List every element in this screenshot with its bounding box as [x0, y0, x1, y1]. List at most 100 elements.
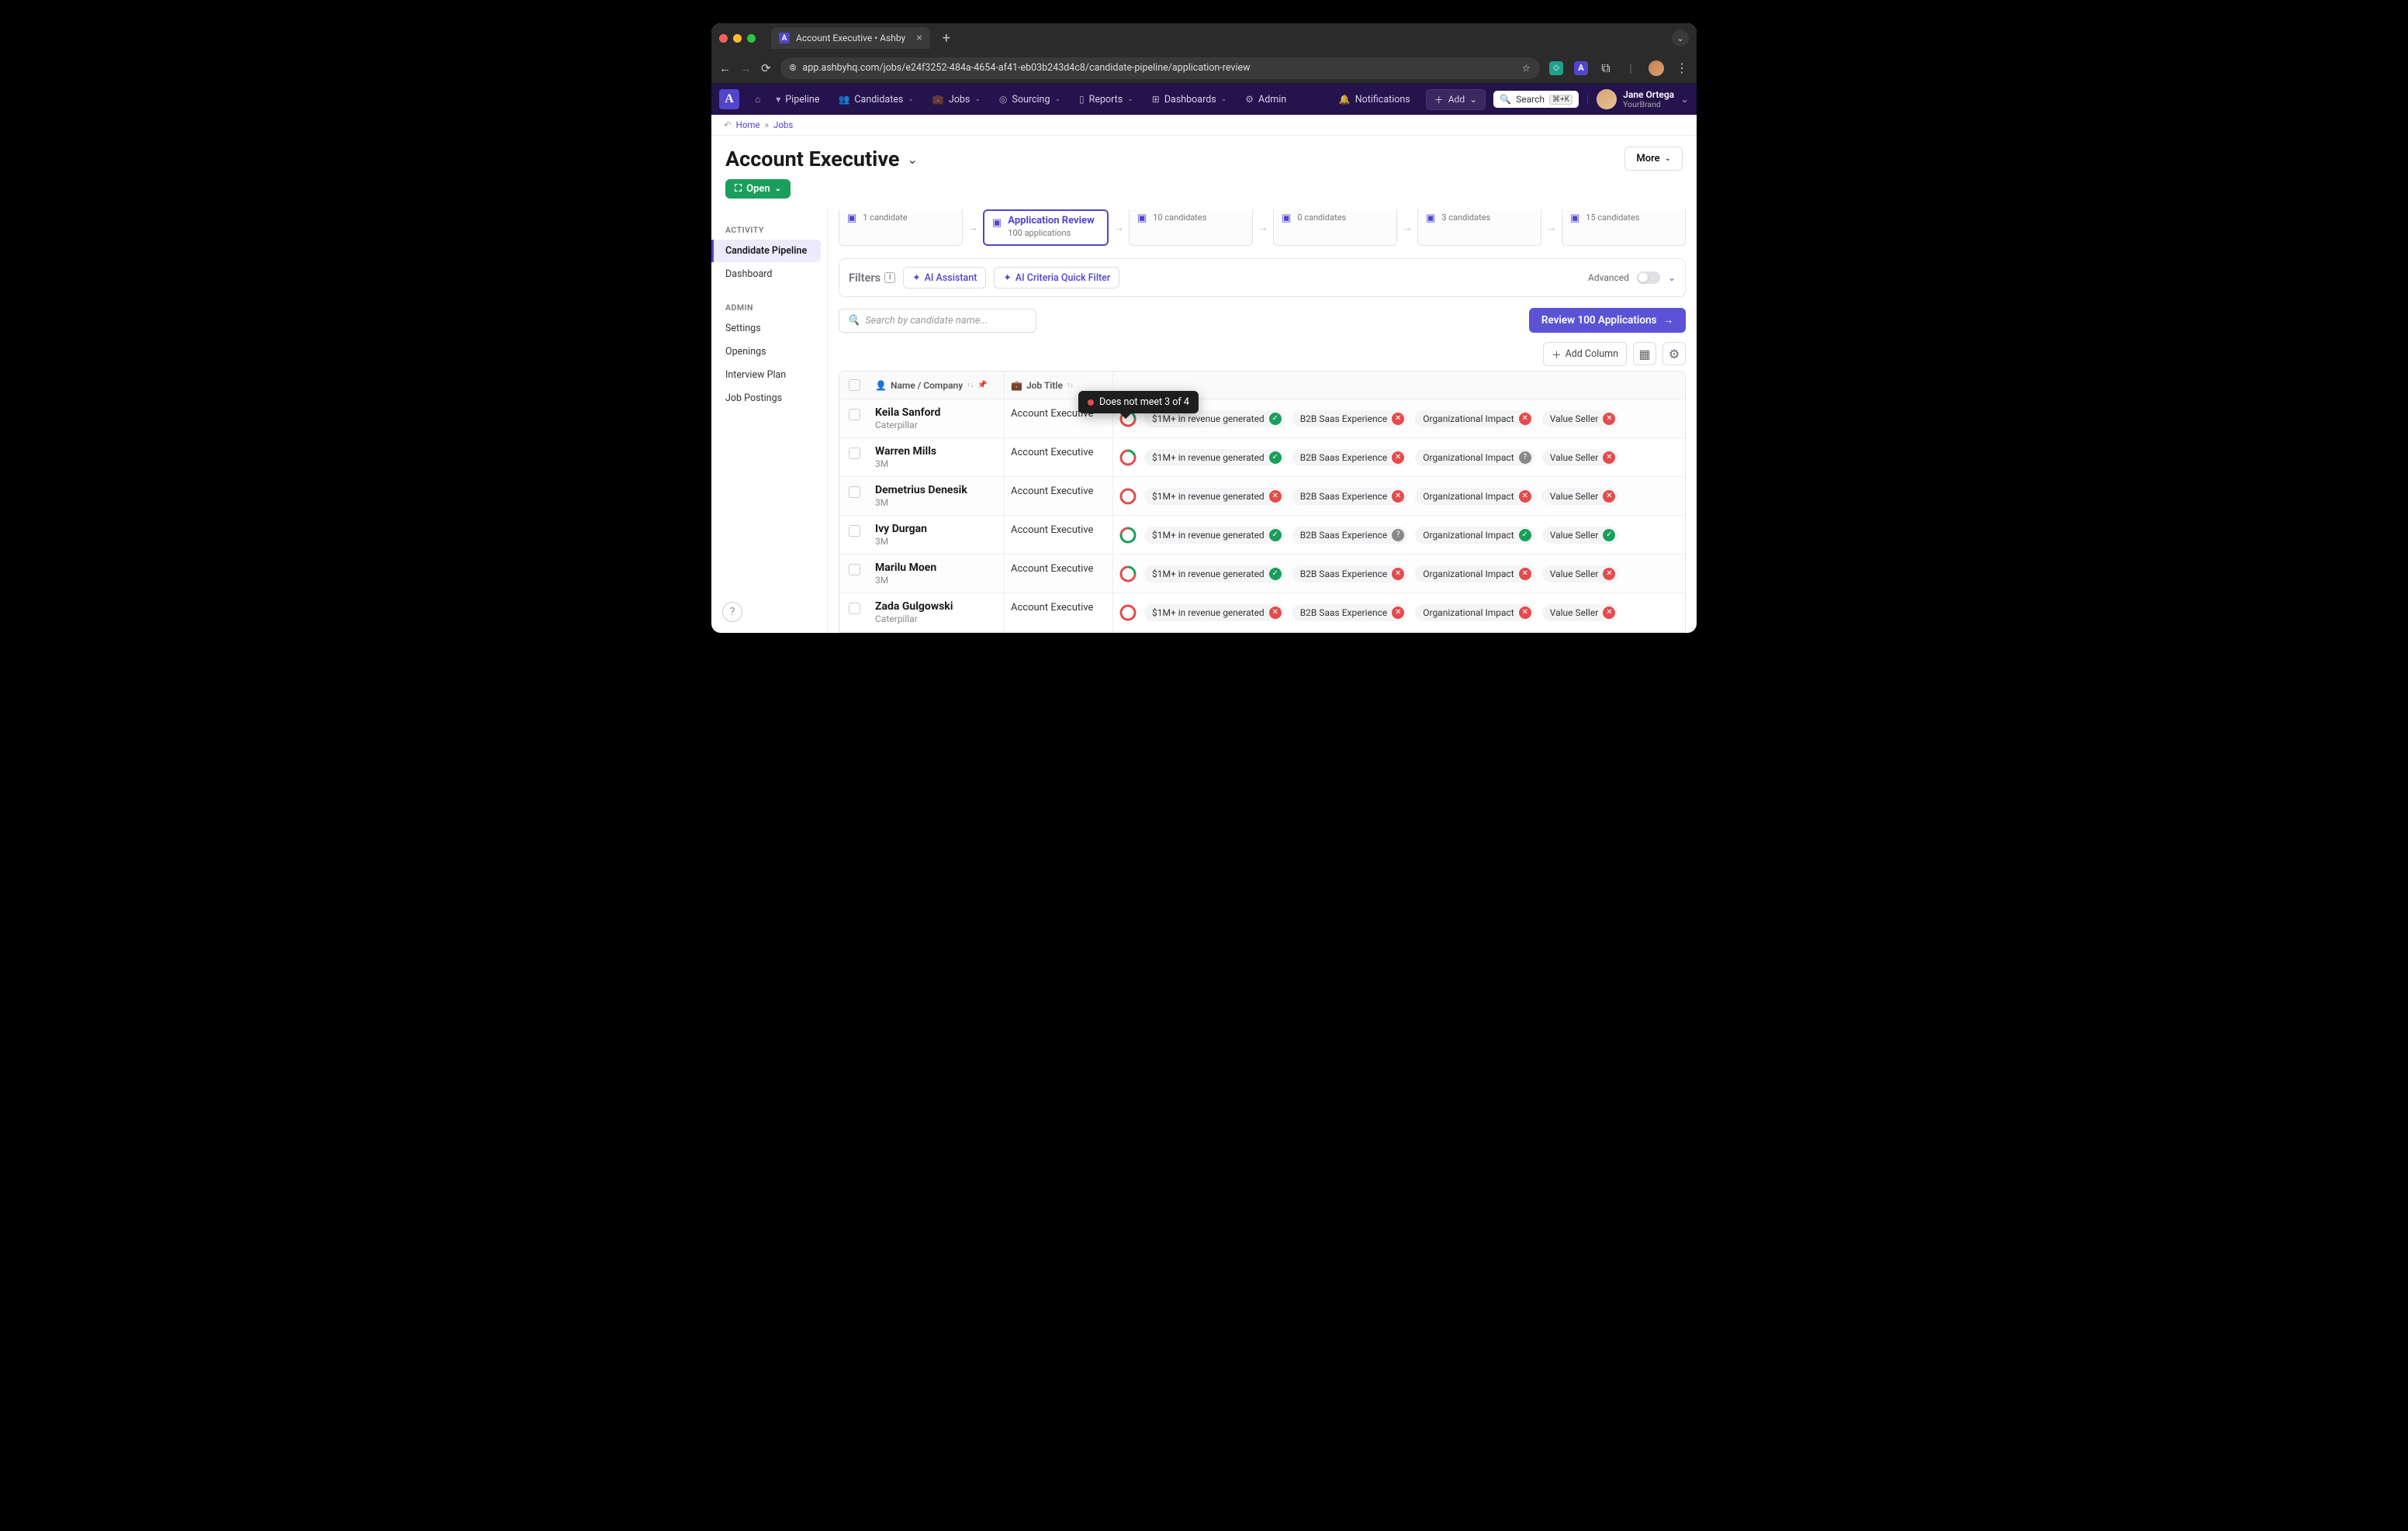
extensions-menu-icon[interactable]: ⧉	[1599, 61, 1613, 75]
nav-reports[interactable]: ▯Reports⌄	[1071, 90, 1141, 109]
app-logo[interactable]: A	[719, 89, 739, 109]
pin-icon[interactable]: 📌	[977, 381, 987, 389]
table-header: 👤 Name / Company ↑↓ 📌 💼 Job Title ↑↓	[839, 372, 1685, 399]
browser-tab[interactable]: A Account Executive • Ashby ×	[771, 27, 930, 49]
nav-sourcing[interactable]: ◎Sourcing⌄	[991, 90, 1068, 109]
maximize-window-icon[interactable]	[747, 34, 756, 43]
table-row[interactable]: Ivy Durgan3M Account Executive $1M+ in r…	[839, 516, 1685, 555]
chrome-menu-icon[interactable]: ⋮	[1675, 61, 1689, 75]
sidebar-item-job-postings[interactable]: Job Postings	[718, 387, 821, 410]
job-status-badge[interactable]: ⛶ Open ⌄	[725, 179, 791, 199]
table-row[interactable]: Keila SanfordCaterpillar Account Executi…	[839, 399, 1685, 438]
nav-pipeline[interactable]: ▾Pipeline	[768, 90, 827, 109]
add-button[interactable]: ＋Add⌄	[1426, 89, 1486, 110]
bookmark-icon[interactable]: ☆	[1522, 62, 1531, 74]
stage-card[interactable]: ▣10 candidates	[1129, 209, 1253, 246]
tab-close-icon[interactable]: ×	[916, 32, 922, 44]
filters-label: Filtersi	[849, 271, 895, 285]
more-button[interactable]: More⌄	[1624, 147, 1683, 171]
expand-filters-icon[interactable]: ⌄	[1668, 272, 1676, 283]
criteria-ring-icon	[1119, 565, 1137, 582]
row-checkbox[interactable]	[849, 525, 860, 537]
criteria-ring-icon	[1119, 449, 1137, 466]
sort-icon[interactable]: ↑↓	[1067, 381, 1074, 389]
address-bar[interactable]: ⦾ app.ashbyhq.com/jobs/e24f3252-484a-465…	[780, 57, 1540, 79]
ashby-extension-icon[interactable]: A	[1574, 61, 1588, 75]
table-row[interactable]: Zada GulgowskiCaterpillar Account Execut…	[839, 593, 1685, 632]
sidebar-item-openings[interactable]: Openings	[718, 340, 821, 363]
stage-card[interactable]: ▣0 candidates	[1273, 209, 1397, 246]
chrome-profile-avatar[interactable]	[1649, 60, 1664, 76]
candidate-name[interactable]: Keila Sanford	[875, 406, 998, 419]
layout-icon[interactable]: ▦	[1633, 342, 1656, 365]
candidate-name[interactable]: Ivy Durgan	[875, 523, 998, 535]
window-controls[interactable]	[719, 34, 756, 43]
table-row[interactable]: Warren Mills3M Account Executive $1M+ in…	[839, 438, 1685, 477]
review-applications-button[interactable]: Review 100 Applications→	[1529, 308, 1686, 333]
select-all-checkbox[interactable]	[849, 379, 860, 391]
stage-icon: ▣	[847, 213, 856, 224]
tabs-menu-icon[interactable]: ⌄	[1672, 29, 1689, 47]
stage-arrow-icon: →	[1109, 209, 1129, 246]
nav-admin[interactable]: ⚙Admin	[1237, 90, 1294, 109]
stage-card[interactable]: ▣Application Review100 applications	[983, 209, 1109, 246]
info-icon[interactable]: i	[884, 272, 895, 283]
criteria-pill: B2B Saas Experience ✕	[1292, 410, 1408, 427]
sidebar-item-dashboard[interactable]: Dashboard	[718, 263, 821, 285]
close-window-icon[interactable]	[719, 34, 728, 43]
table-row[interactable]: Marilu Moen3M Account Executive $1M+ in …	[839, 555, 1685, 593]
criteria-pill: Organizational Impact ✕	[1415, 488, 1534, 505]
breadcrumb: ↶ Home » Jobs	[711, 115, 1697, 136]
candidate-search-input[interactable]: 🔍 Search by candidate name...	[839, 309, 1036, 333]
back-icon[interactable]: ←	[719, 61, 731, 75]
criteria-pill: Value Seller ✓	[1542, 527, 1619, 544]
stage-arrow-icon: →	[963, 209, 983, 246]
stage-icon: ▣	[1570, 213, 1579, 224]
notifications-button[interactable]: 🔔Notifications	[1331, 90, 1418, 109]
ai-assistant-button[interactable]: ✦AI Assistant	[903, 267, 986, 289]
global-search-button[interactable]: 🔍Search⌘+K	[1493, 91, 1579, 108]
nav-dashboards[interactable]: ⊞Dashboards⌄	[1144, 90, 1235, 109]
row-checkbox[interactable]	[849, 409, 860, 420]
nav-jobs[interactable]: 💼Jobs⌄	[925, 90, 988, 109]
sidebar-item-settings[interactable]: Settings	[718, 317, 821, 340]
table-row[interactable]: Demetrius Denesik3M Account Executive $1…	[839, 477, 1685, 516]
row-checkbox[interactable]	[849, 603, 860, 614]
breadcrumb-home[interactable]: Home	[736, 119, 760, 130]
sidebar-item-candidate-pipeline[interactable]: Candidate Pipeline	[711, 240, 821, 262]
arrow-right-icon: →	[1663, 314, 1674, 327]
stage-card[interactable]: ▣3 candidates	[1417, 209, 1541, 246]
stage-card[interactable]: ▣15 candidates	[1562, 209, 1686, 246]
candidate-name[interactable]: Marilu Moen	[875, 562, 998, 574]
sidebar-item-interview-plan[interactable]: Interview Plan	[718, 364, 821, 386]
advanced-toggle[interactable]	[1637, 271, 1660, 284]
nav-candidates[interactable]: 👥Candidates⌄	[830, 90, 921, 109]
column-name[interactable]: 👤 Name / Company ↑↓ 📌	[869, 372, 1005, 399]
breadcrumb-jobs[interactable]: Jobs	[773, 119, 793, 130]
reload-icon[interactable]: ⟳	[761, 61, 771, 75]
candidate-name[interactable]: Warren Mills	[875, 445, 998, 458]
sparkle-icon: ✦	[912, 271, 920, 284]
job-title-menu-icon[interactable]: ⌄	[907, 152, 917, 167]
row-checkbox[interactable]	[849, 486, 860, 498]
row-checkbox[interactable]	[849, 564, 860, 575]
criteria-status-icon: ✕	[1603, 490, 1615, 503]
user-menu[interactable]: Jane OrtegaYourBrand ⌄	[1597, 89, 1689, 109]
candidate-name[interactable]: Zada Gulgowski	[875, 600, 998, 613]
breadcrumb-back-icon[interactable]: ↶	[724, 119, 732, 130]
minimize-window-icon[interactable]	[733, 34, 742, 43]
criteria-ring-icon	[1119, 488, 1137, 505]
home-icon[interactable]: ⌂	[747, 90, 768, 109]
ai-criteria-filter-button[interactable]: ✦AI Criteria Quick Filter	[994, 267, 1119, 289]
extension-icon[interactable]: ◇	[1549, 61, 1563, 75]
new-tab-button[interactable]: +	[943, 30, 950, 47]
candidate-company: 3M	[875, 575, 998, 586]
add-column-button[interactable]: ＋Add Column	[1543, 342, 1627, 366]
site-info-icon[interactable]: ⦾	[790, 63, 797, 74]
stage-card[interactable]: ▣1 candidate	[839, 209, 963, 246]
settings-icon[interactable]: ⚙	[1662, 342, 1686, 365]
candidate-name[interactable]: Demetrius Denesik	[875, 484, 998, 496]
sort-icon[interactable]: ↑↓	[967, 381, 974, 389]
row-checkbox[interactable]	[849, 448, 860, 459]
status-icon: ⛶	[735, 183, 742, 195]
